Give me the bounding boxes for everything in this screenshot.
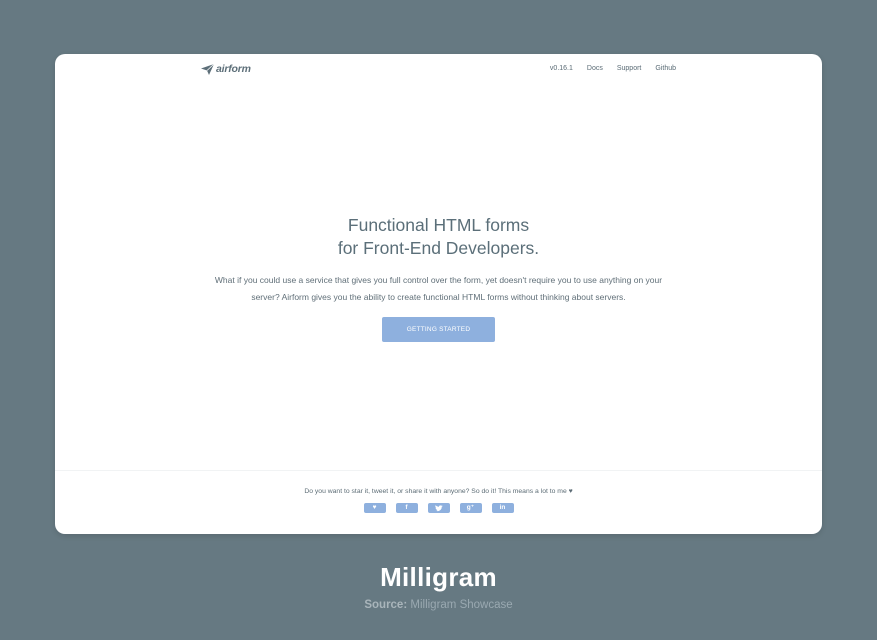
caption-source-text: Milligram Showcase: [410, 599, 513, 611]
hero-desc-line2: server? Airform gives you the ability to…: [251, 291, 626, 302]
hero-title-line2: for Front-End Developers.: [337, 237, 540, 258]
top-nav: airform v0.16.1 Docs Support Github: [201, 62, 676, 82]
nav-links: v0.16.1 Docs Support Github: [550, 65, 676, 72]
share-google-plus-button[interactable]: g⁺: [459, 503, 482, 513]
caption-source: Source: Milligram Showcase: [0, 599, 877, 611]
hero-section: Functional HTML forms for Front-End Deve…: [55, 214, 822, 342]
hero-description: What if you could use a service that giv…: [204, 272, 674, 305]
getting-started-button[interactable]: GETTING STARTED: [382, 317, 495, 342]
twitter-icon: [434, 504, 443, 511]
share-twitter-button[interactable]: [427, 503, 450, 513]
linkedin-icon: in: [499, 504, 506, 511]
brand-logo[interactable]: airform: [201, 63, 251, 75]
nav-docs-link[interactable]: Docs: [587, 65, 603, 72]
paper-plane-icon: [201, 63, 214, 75]
showcase-caption: Milligram Source: Milligram Showcase: [0, 562, 877, 611]
browser-card: airform v0.16.1 Docs Support Github Func…: [55, 54, 822, 534]
google-plus-icon: g⁺: [466, 504, 475, 511]
footer-divider: [55, 470, 822, 471]
nav-github-link[interactable]: Github: [655, 65, 676, 72]
hero-title-line1: Functional HTML forms: [347, 215, 530, 235]
hero-desc-line1: What if you could use a service that giv…: [214, 275, 663, 285]
share-heart-button[interactable]: ♥: [363, 503, 386, 513]
footer: Do you want to star it, tweet it, or sha…: [55, 488, 822, 513]
heart-icon: ♥: [372, 504, 377, 511]
share-buttons: ♥ f g⁺ in: [55, 503, 822, 513]
share-facebook-button[interactable]: f: [395, 503, 418, 513]
caption-source-label: Source:: [364, 599, 408, 611]
caption-title: Milligram: [380, 562, 497, 592]
share-linkedin-button[interactable]: in: [491, 503, 514, 513]
facebook-icon: f: [405, 504, 408, 511]
hero-title: Functional HTML forms for Front-End Deve…: [55, 214, 822, 259]
nav-support-link[interactable]: Support: [617, 65, 642, 72]
nav-version-link[interactable]: v0.16.1: [550, 65, 573, 72]
brand-name: airform: [216, 63, 251, 75]
footer-text: Do you want to star it, tweet it, or sha…: [304, 488, 573, 495]
